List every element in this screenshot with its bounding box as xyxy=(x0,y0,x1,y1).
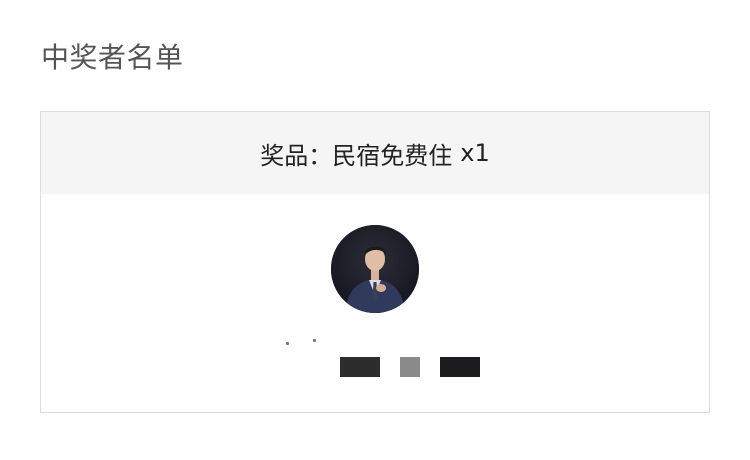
prize-quantity: x1 xyxy=(460,139,490,167)
winner-list-page: 中奖者名单 奖品：民宿免费住 x1 xyxy=(0,0,750,460)
winner-avatar xyxy=(331,225,419,313)
winner-card: 奖品：民宿免费住 x1 xyxy=(40,111,710,413)
redaction-specks xyxy=(286,339,326,347)
winner-name-redacted xyxy=(340,357,490,377)
prize-header: 奖品：民宿免费住 x1 xyxy=(41,112,709,194)
speck xyxy=(313,339,316,342)
speck xyxy=(286,342,289,345)
redaction-block xyxy=(400,357,420,377)
prize-label: 奖品：民宿免费住 xyxy=(260,141,453,170)
redaction-block xyxy=(440,357,480,377)
redaction-block xyxy=(340,357,380,377)
page-title: 中奖者名单 xyxy=(41,41,184,74)
person-avatar-icon xyxy=(331,225,419,313)
